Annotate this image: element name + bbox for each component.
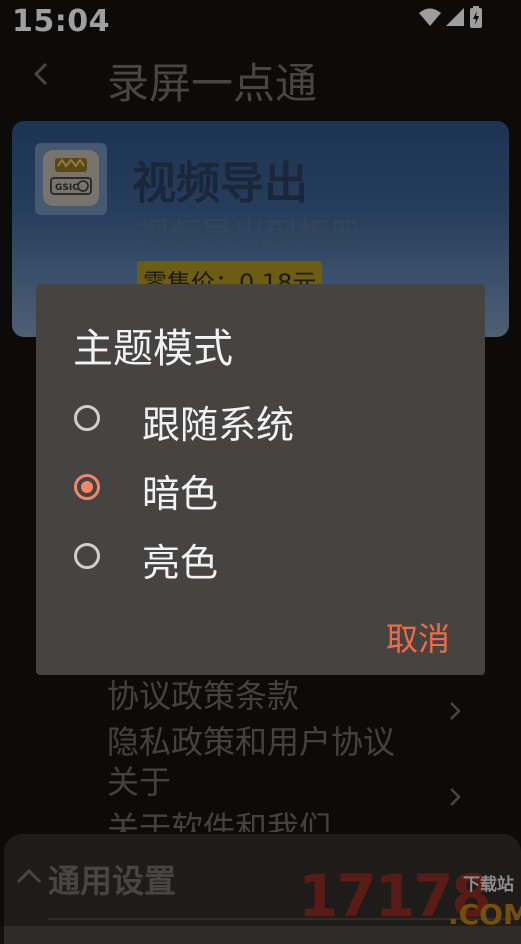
dialog-title: 主题模式 bbox=[73, 326, 233, 372]
option-dark[interactable]: 暗色 bbox=[36, 456, 485, 520]
option-label: 暗色 bbox=[142, 472, 219, 516]
radio-button[interactable] bbox=[74, 543, 100, 569]
option-light[interactable]: 亮色 bbox=[36, 525, 485, 589]
option-follow-system[interactable]: 跟随系统 bbox=[36, 387, 485, 451]
option-label: 亮色 bbox=[142, 541, 219, 585]
option-label: 跟随系统 bbox=[142, 403, 295, 447]
cancel-button[interactable]: 取消 bbox=[386, 614, 450, 660]
theme-mode-dialog: 主题模式 跟随系统 暗色 亮色 取消 bbox=[36, 284, 485, 675]
radio-button-selected[interactable] bbox=[74, 474, 100, 500]
radio-button[interactable] bbox=[74, 405, 100, 431]
